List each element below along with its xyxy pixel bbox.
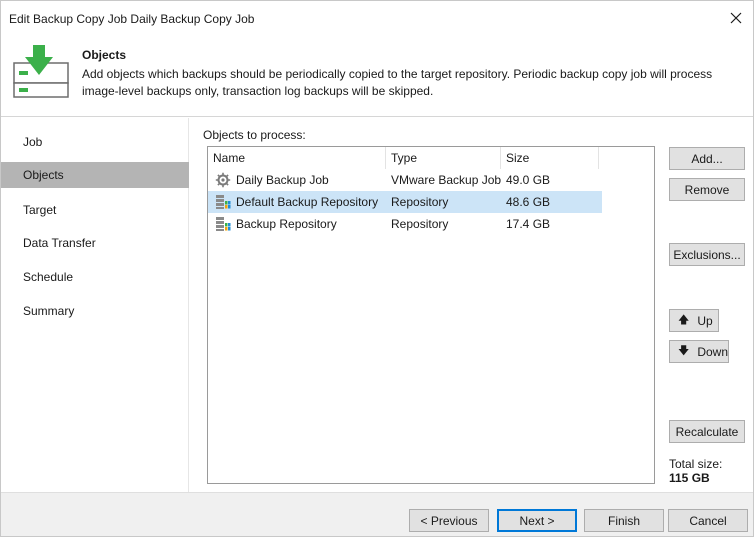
objects-to-process-label: Objects to process: (203, 128, 306, 142)
objects-panel: Objects to process: Name Type Size Daily… (189, 118, 753, 492)
arrow-down-icon: 🡇 (678, 345, 690, 357)
object-type: Repository (391, 195, 449, 209)
dialog-window: Edit Backup Copy Job Daily Backup Copy J… (0, 0, 754, 537)
object-name: Daily Backup Job (236, 173, 329, 187)
sidebar-item-summary[interactable]: Summary (1, 298, 189, 324)
object-size: 17.4 GB (506, 217, 551, 231)
object-size: 48.6 GB (506, 195, 551, 209)
object-size: 49.0 GB (506, 173, 551, 187)
exclusions-button[interactable]: Exclusions... (669, 243, 745, 266)
arrow-up-icon: 🡅 (678, 314, 690, 326)
step-header: Objects Add objects which backups should… (1, 35, 753, 117)
list-item[interactable]: Backup Repository Repository 17.4 GB (208, 213, 602, 235)
objects-list-header: Name Type Size (208, 147, 654, 169)
window-title: Edit Backup Copy Job Daily Backup Copy J… (9, 12, 255, 26)
move-up-label: Up (697, 313, 713, 328)
repository-icon (216, 217, 231, 231)
recalculate-button[interactable]: Recalculate (669, 420, 745, 443)
total-size-label: Total size: (669, 457, 723, 471)
total-size-value: 115 GB (669, 471, 710, 485)
step-description: Add objects which backups should be peri… (82, 66, 732, 100)
add-button[interactable]: Add... (669, 147, 745, 170)
finish-button[interactable]: Finish (584, 509, 664, 532)
move-down-button[interactable]: 🡇 Down (669, 340, 729, 363)
object-type: Repository (391, 217, 449, 231)
objects-list[interactable]: Name Type Size Daily Backup Job VMware B… (207, 146, 655, 484)
step-description-line-1: Add objects which backups should be peri… (82, 67, 713, 81)
object-name: Default Backup Repository (236, 195, 379, 209)
column-header-name[interactable]: Name (208, 147, 386, 169)
sidebar-item-schedule[interactable]: Schedule (1, 264, 189, 290)
repository-icon (216, 195, 231, 209)
step-description-line-2: image-level backups only, transaction lo… (82, 84, 434, 98)
previous-button[interactable]: < Previous (409, 509, 489, 532)
sidebar-item-data-transfer[interactable]: Data Transfer (1, 230, 189, 256)
close-icon (730, 12, 742, 24)
cancel-button[interactable]: Cancel (668, 509, 748, 532)
column-header-type[interactable]: Type (386, 147, 501, 169)
move-up-button[interactable]: 🡅 Up (669, 309, 719, 332)
close-button[interactable] (725, 7, 747, 29)
wizard-steps-sidebar: Job Objects Target Data Transfer Schedul… (1, 118, 189, 492)
column-header-size[interactable]: Size (501, 147, 599, 169)
sidebar-item-objects[interactable]: Objects (1, 162, 189, 188)
list-item[interactable]: Default Backup Repository Repository 48.… (208, 191, 602, 213)
remove-button[interactable]: Remove (669, 178, 745, 201)
object-name: Backup Repository (236, 217, 337, 231)
sidebar-item-job[interactable]: Job (1, 129, 189, 155)
list-item[interactable]: Daily Backup Job VMware Backup Job 49.0 … (208, 169, 602, 191)
sidebar-item-target[interactable]: Target (1, 197, 189, 223)
next-button[interactable]: Next > (497, 509, 577, 532)
object-type: VMware Backup Job (391, 173, 502, 187)
title-bar: Edit Backup Copy Job Daily Backup Copy J… (1, 1, 753, 35)
move-down-label: Down (697, 344, 728, 359)
wizard-footer: < Previous Next > Finish Cancel (1, 492, 753, 536)
download-objects-icon (13, 45, 69, 98)
backup-job-icon (215, 172, 231, 188)
step-title: Objects (82, 48, 127, 62)
